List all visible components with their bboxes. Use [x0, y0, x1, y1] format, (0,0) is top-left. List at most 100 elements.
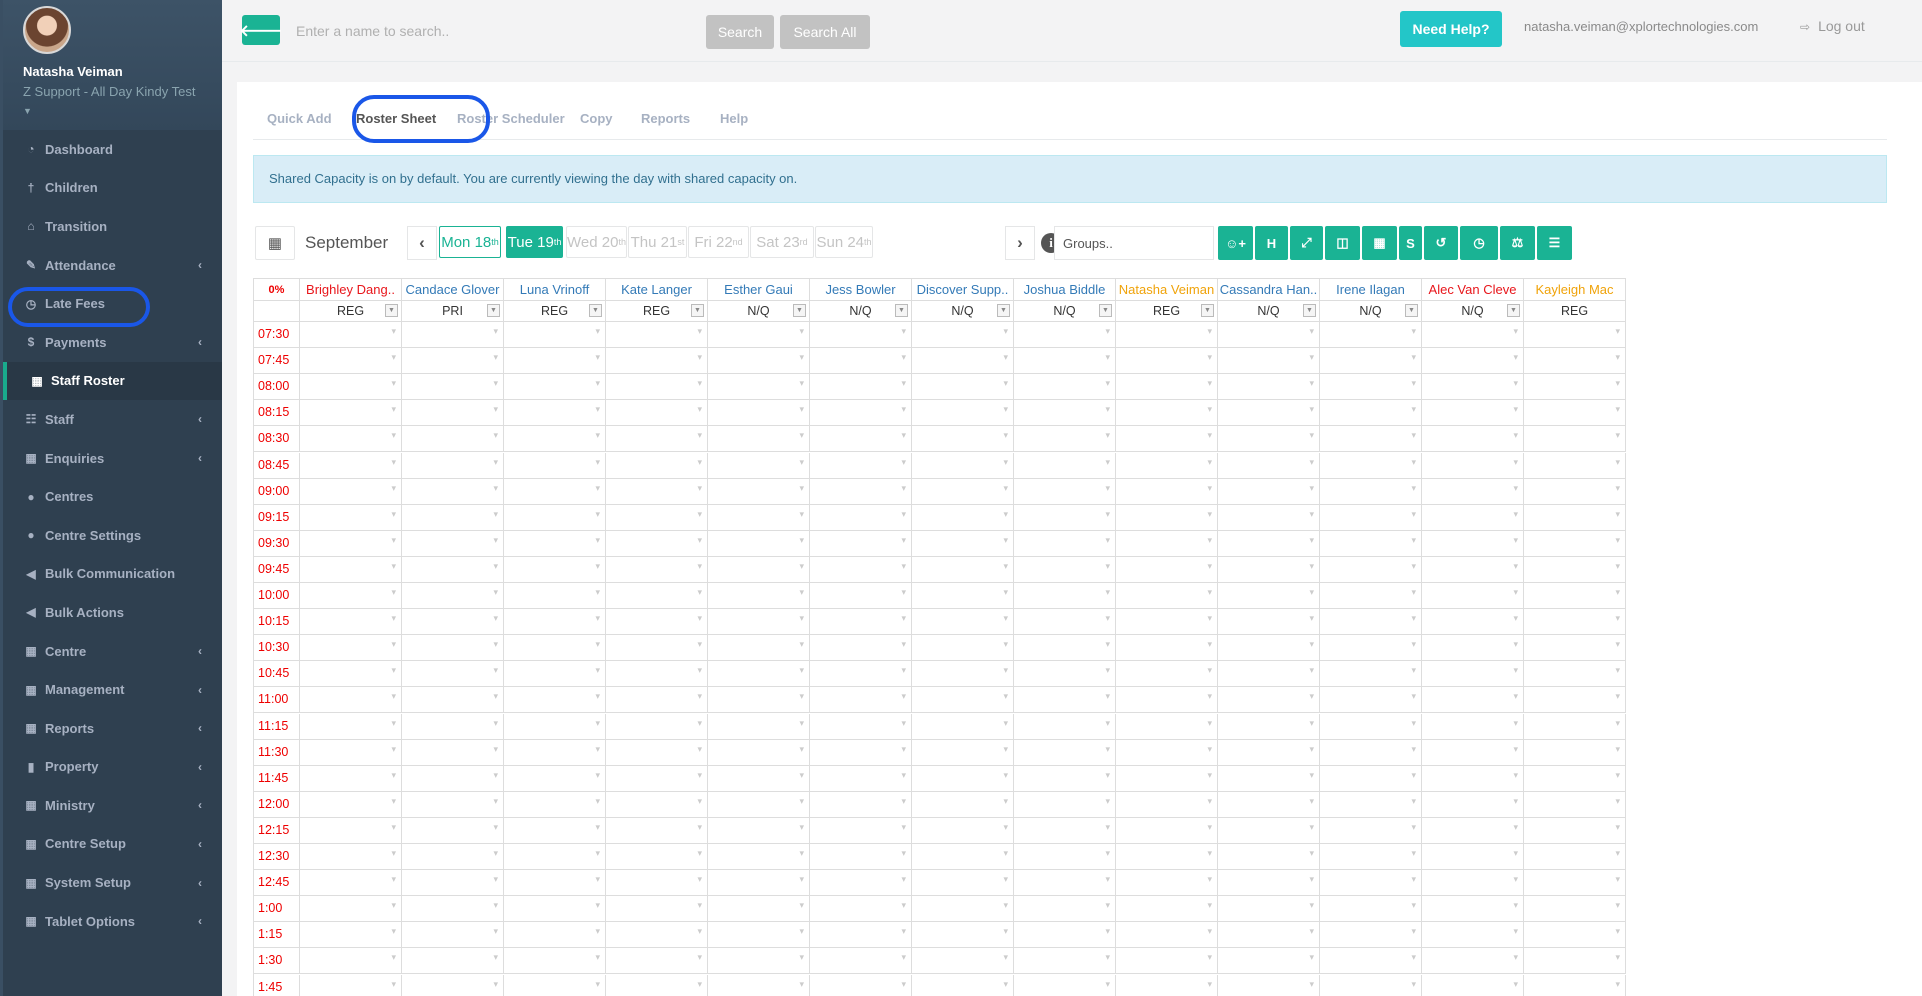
roster-cell[interactable]	[1422, 765, 1524, 792]
roster-cell[interactable]	[606, 556, 708, 583]
roster-cell[interactable]	[1218, 556, 1320, 583]
roster-cell[interactable]	[1422, 817, 1524, 844]
tab-copy[interactable]: Copy	[580, 100, 613, 140]
roster-cell[interactable]	[300, 426, 402, 453]
roster-cell[interactable]	[1116, 322, 1218, 349]
roster-cell[interactable]	[606, 870, 708, 897]
roster-cell[interactable]	[1422, 374, 1524, 401]
roster-cell[interactable]	[1014, 556, 1116, 583]
roster-cell[interactable]	[912, 661, 1014, 688]
roster-cell[interactable]	[606, 896, 708, 923]
roster-cell[interactable]	[1218, 870, 1320, 897]
roster-cell[interactable]	[708, 974, 810, 996]
roster-cell[interactable]	[504, 478, 606, 505]
history-button[interactable]: ↺	[1424, 226, 1458, 260]
staff-qualification[interactable]: N/Q ▼	[1320, 301, 1422, 322]
roster-cell[interactable]	[708, 791, 810, 818]
sidebar-item-attendance[interactable]: ✎ Attendance ‹	[3, 246, 222, 285]
sidebar-item-bulk-communication[interactable]: ◀ Bulk Communication	[3, 555, 222, 594]
roster-cell[interactable]	[504, 452, 606, 479]
roster-cell[interactable]	[300, 374, 402, 401]
roster-cell[interactable]	[1524, 922, 1626, 949]
staff-column-header[interactable]: Discover Supp..	[912, 278, 1014, 301]
roster-cell[interactable]	[708, 713, 810, 740]
roster-cell[interactable]	[402, 635, 504, 662]
roster-cell[interactable]	[504, 374, 606, 401]
roster-cell[interactable]	[300, 739, 402, 766]
roster-cell[interactable]	[606, 530, 708, 557]
roster-cell[interactable]	[1320, 504, 1422, 531]
roster-cell[interactable]	[810, 530, 912, 557]
roster-cell[interactable]	[1218, 739, 1320, 766]
sidebar-item-centre-setup[interactable]: ▦ Centre Setup ‹	[3, 825, 222, 864]
sidebar-item-bulk-actions[interactable]: ◀ Bulk Actions	[3, 593, 222, 632]
roster-cell[interactable]	[504, 322, 606, 349]
roster-cell[interactable]	[810, 478, 912, 505]
roster-cell[interactable]	[1524, 844, 1626, 871]
roster-cell[interactable]	[402, 739, 504, 766]
roster-cell[interactable]	[606, 765, 708, 792]
staff-qualification[interactable]: N/Q ▼	[810, 301, 912, 322]
roster-cell[interactable]	[504, 530, 606, 557]
roster-cell[interactable]	[300, 530, 402, 557]
roster-cell[interactable]	[1320, 556, 1422, 583]
roster-cell[interactable]	[1116, 609, 1218, 636]
roster-cell[interactable]	[1320, 400, 1422, 427]
roster-cell[interactable]	[912, 374, 1014, 401]
roster-cell[interactable]	[1218, 948, 1320, 975]
roster-cell[interactable]	[1218, 635, 1320, 662]
roster-cell[interactable]	[1320, 374, 1422, 401]
day-button[interactable]: Thu 21st	[628, 226, 687, 258]
roster-cell[interactable]	[708, 583, 810, 610]
roster-cell[interactable]	[1116, 452, 1218, 479]
roster-cell[interactable]	[402, 452, 504, 479]
roster-cell[interactable]	[300, 948, 402, 975]
filter-dropdown-icon[interactable]: ▼	[589, 304, 602, 317]
roster-cell[interactable]	[1218, 452, 1320, 479]
roster-cell[interactable]	[1014, 948, 1116, 975]
roster-cell[interactable]	[402, 374, 504, 401]
roster-cell[interactable]	[606, 348, 708, 375]
filter-dropdown-icon[interactable]: ▼	[895, 304, 908, 317]
roster-cell[interactable]	[1524, 713, 1626, 740]
roster-cell[interactable]	[912, 922, 1014, 949]
roster-cell[interactable]	[1116, 713, 1218, 740]
filter-dropdown-icon[interactable]: ▼	[487, 304, 500, 317]
roster-cell[interactable]	[1014, 791, 1116, 818]
roster-cell[interactable]	[708, 870, 810, 897]
roster-cell[interactable]	[504, 948, 606, 975]
roster-cell[interactable]	[504, 348, 606, 375]
roster-cell[interactable]	[1218, 687, 1320, 714]
roster-cell[interactable]	[300, 609, 402, 636]
roster-cell[interactable]	[1422, 739, 1524, 766]
roster-cell[interactable]	[1218, 322, 1320, 349]
roster-cell[interactable]	[1320, 583, 1422, 610]
roster-cell[interactable]	[1014, 426, 1116, 453]
roster-cell[interactable]	[1218, 974, 1320, 996]
roster-cell[interactable]	[402, 530, 504, 557]
roster-cell[interactable]	[912, 817, 1014, 844]
sidebar-item-payments[interactable]: $ Payments ‹	[3, 323, 222, 362]
roster-cell[interactable]	[1320, 765, 1422, 792]
roster-cell[interactable]	[1422, 922, 1524, 949]
roster-cell[interactable]	[402, 426, 504, 453]
roster-cell[interactable]	[300, 452, 402, 479]
roster-cell[interactable]	[1524, 974, 1626, 996]
avatar[interactable]	[23, 6, 71, 54]
roster-cell[interactable]	[1116, 922, 1218, 949]
roster-cell[interactable]	[1116, 870, 1218, 897]
roster-cell[interactable]	[1116, 974, 1218, 996]
sidebar-item-system-setup[interactable]: ▦ System Setup ‹	[3, 863, 222, 902]
roster-cell[interactable]	[1320, 844, 1422, 871]
roster-cell[interactable]	[606, 478, 708, 505]
staff-qualification[interactable]: REG ▼	[606, 301, 708, 322]
roster-cell[interactable]	[1524, 765, 1626, 792]
roster-cell[interactable]	[300, 791, 402, 818]
roster-cell[interactable]	[504, 870, 606, 897]
roster-cell[interactable]	[1014, 452, 1116, 479]
roster-cell[interactable]	[1014, 817, 1116, 844]
roster-cell[interactable]	[1218, 817, 1320, 844]
roster-cell[interactable]	[1422, 687, 1524, 714]
roster-cell[interactable]	[1014, 609, 1116, 636]
roster-cell[interactable]	[504, 661, 606, 688]
